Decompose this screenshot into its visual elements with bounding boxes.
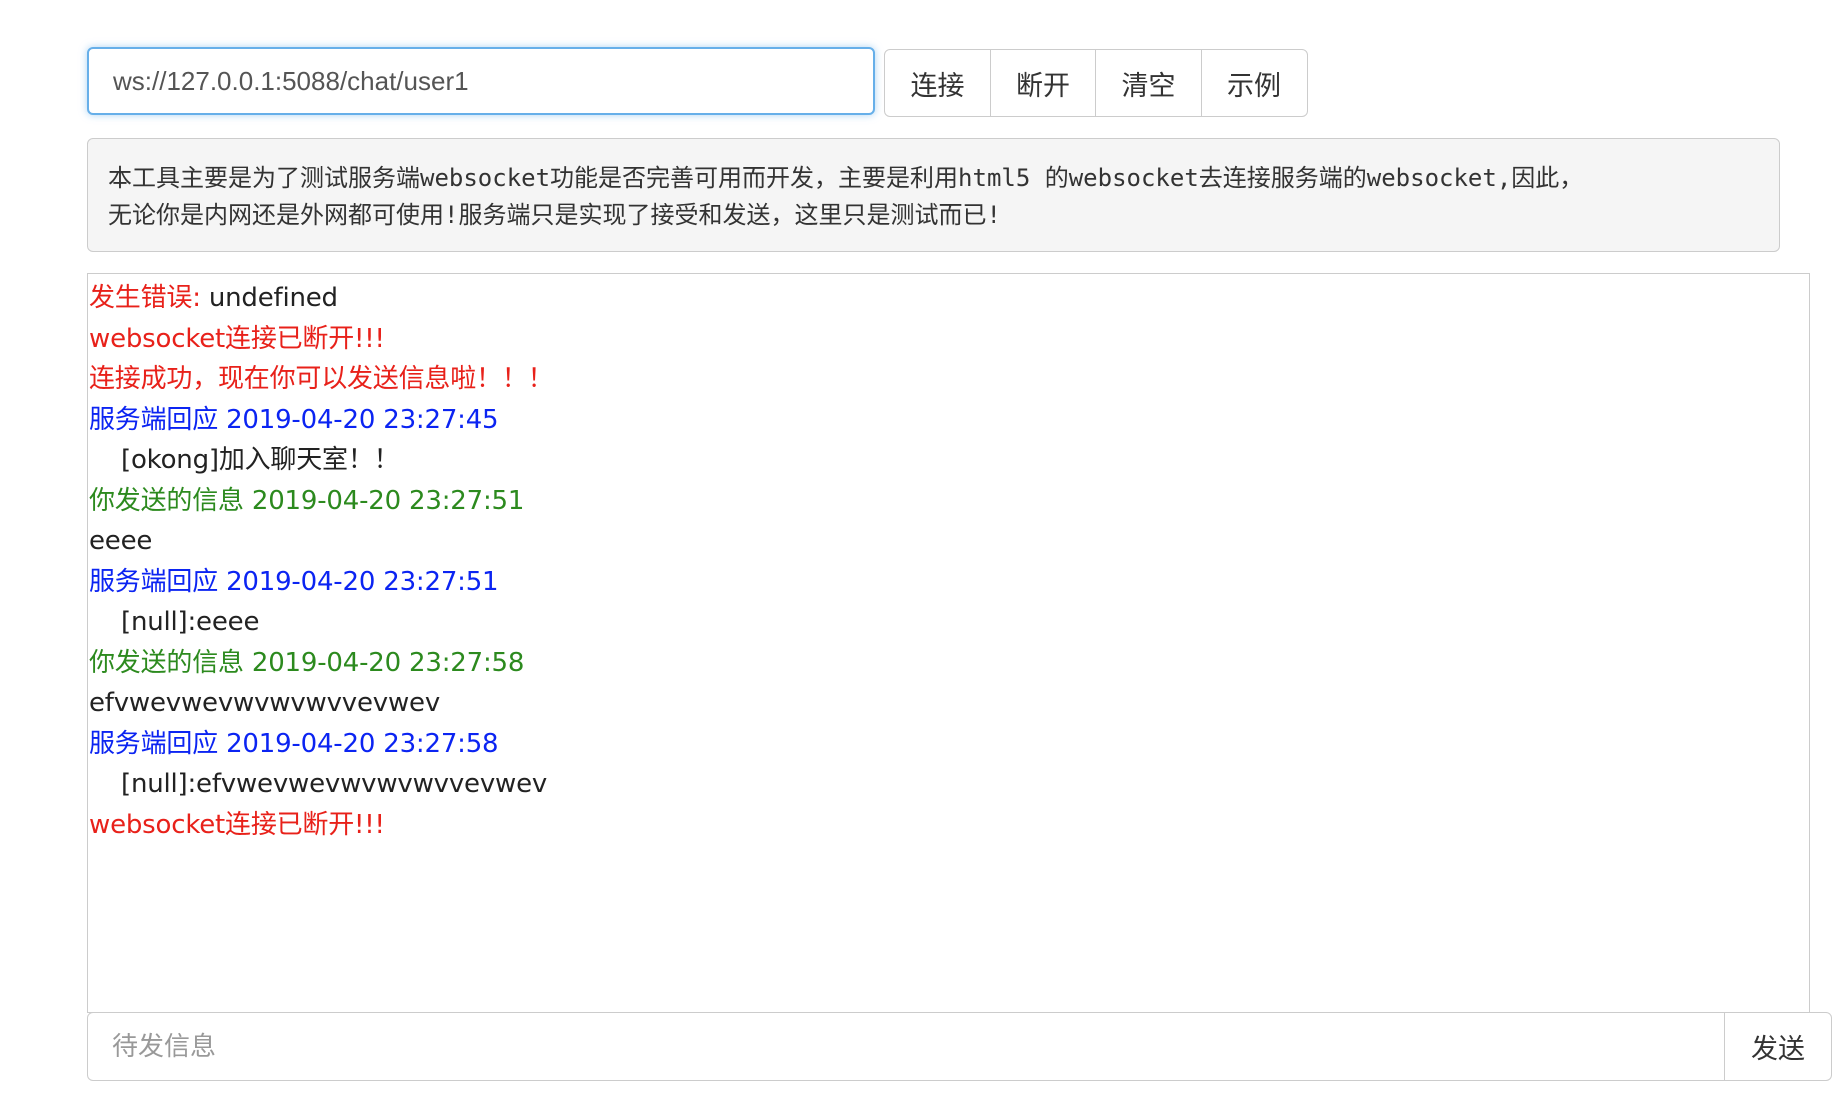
log-entry-sent-header: 你发送的信息 2019-04-20 23:27:51: [89, 485, 525, 516]
log-entry-sent-header: 你发送的信息 2019-04-20 23:27:58: [89, 647, 525, 678]
clear-button[interactable]: 清空: [1095, 49, 1202, 117]
tool-description-box: 本工具主要是为了测试服务端websocket功能是否完善可用而开发，主要是利用h…: [87, 138, 1780, 252]
message-log-panel[interactable]: 发生错误: undefined websocket连接已断开!!! 连接成功，现…: [87, 273, 1810, 1013]
description-line-2: 无论你是内网还是外网都可使用!服务端只是实现了接受和发送，这里只是测试而已!: [108, 201, 1001, 229]
description-line-1: 本工具主要是为了测试服务端websocket功能是否完善可用而开发，主要是利用h…: [108, 164, 1584, 192]
error-label: 发生错误:: [89, 283, 201, 313]
log-entry-server-reply-header: 服务端回应 2019-04-20 23:27:58: [89, 728, 499, 759]
websocket-url-input[interactable]: [87, 47, 875, 115]
log-entry-server-message: [okong]加入聊天室！！: [121, 445, 400, 475]
log-entry-server-reply-header: 服务端回应 2019-04-20 23:27:51: [89, 566, 499, 597]
log-entry-sent-message: efvwevwevwvwvwvvevwev: [89, 688, 441, 718]
connect-button[interactable]: 连接: [884, 49, 991, 117]
log-entry-disconnected: websocket连接已断开!!!: [89, 323, 385, 354]
log-entry-error: 发生错误: undefined: [89, 278, 1809, 319]
disconnect-button[interactable]: 断开: [989, 49, 1097, 117]
log-entry-server-message: [null]:eeee: [121, 607, 260, 637]
log-entry-sent-message: eeee: [89, 526, 153, 556]
message-composer: 发送: [87, 1012, 1832, 1081]
example-button[interactable]: 示例: [1200, 49, 1308, 117]
log-entry-server-reply-header: 服务端回应 2019-04-20 23:27:45: [89, 404, 499, 435]
send-button[interactable]: 发送: [1725, 1012, 1832, 1081]
message-input[interactable]: [87, 1012, 1725, 1081]
log-entry-connected: 连接成功，现在你可以发送信息啦！！！: [89, 364, 554, 394]
connection-button-group: 连接 断开 清空 示例: [884, 49, 1308, 117]
log-entry-disconnected: websocket连接已断开!!!: [89, 809, 385, 840]
log-entry-server-message: [null]:efvwevwevwvwvwvvevwev: [121, 769, 548, 799]
error-value: undefined: [200, 283, 338, 313]
